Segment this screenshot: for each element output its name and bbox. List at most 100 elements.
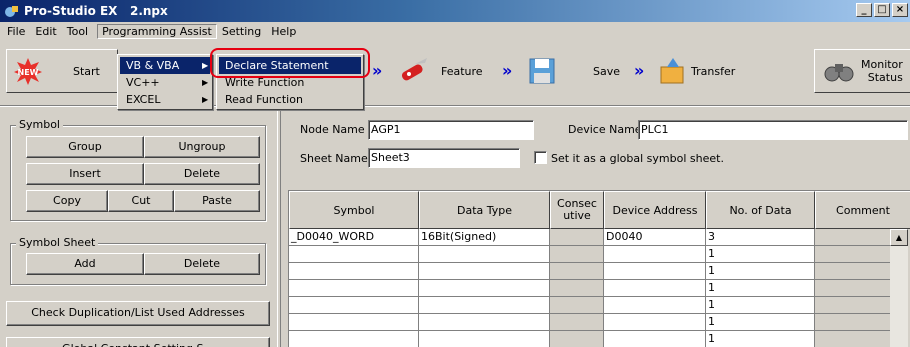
global-sheet-label: Set it as a global symbol sheet. <box>551 152 724 165</box>
menu-file[interactable]: File <box>2 24 30 39</box>
grid-cell[interactable]: 16Bit(Signed) <box>419 229 550 246</box>
highlight-annotation <box>210 48 370 78</box>
grid-cell[interactable]: 1 <box>706 280 815 297</box>
grid-cell[interactable]: D0040 <box>604 229 706 246</box>
grid-cell[interactable] <box>815 229 891 246</box>
grid-cell[interactable] <box>289 331 419 347</box>
grid-cell[interactable] <box>289 297 419 314</box>
scroll-up-icon[interactable]: ▲ <box>890 229 908 246</box>
menu-bar: File Edit Tool Programming Assist Settin… <box>0 22 910 41</box>
menu-edit[interactable]: Edit <box>30 24 61 39</box>
grid-cell[interactable] <box>815 331 891 347</box>
menu-setting[interactable]: Setting <box>217 24 266 39</box>
add-sheet-button[interactable]: Add <box>26 253 144 275</box>
grid-cell[interactable]: 3 <box>706 229 815 246</box>
grid-cell[interactable] <box>550 331 604 347</box>
menu-help[interactable]: Help <box>266 24 301 39</box>
grid-cell[interactable] <box>550 297 604 314</box>
menu-item-vc[interactable]: VC++ <box>120 74 210 91</box>
menu-item-read-function[interactable]: Read Function <box>219 91 361 108</box>
grid-cell[interactable] <box>550 263 604 280</box>
grid-cell[interactable] <box>550 314 604 331</box>
grid-cell[interactable] <box>815 314 891 331</box>
grid-cell[interactable] <box>419 263 550 280</box>
grid-cell[interactable] <box>604 246 706 263</box>
paste-button[interactable]: Paste <box>174 190 260 212</box>
start-button[interactable]: NEW Start <box>6 49 118 93</box>
grid-vertical-scrollbar[interactable]: ▲ <box>890 229 908 347</box>
svg-text:NEW: NEW <box>18 68 39 77</box>
device-name-label: Device Name <box>568 123 642 136</box>
grid-cell[interactable] <box>550 229 604 246</box>
copy-button[interactable]: Copy <box>26 190 108 212</box>
submenu-arrow-icon: ▶ <box>202 95 209 104</box>
delete-sheet-button[interactable]: Delete <box>144 253 260 275</box>
check-duplication-button[interactable]: Check Duplication/List Used Addresses <box>6 301 270 326</box>
column-header-no-of-data[interactable]: No. of Data <box>706 191 815 229</box>
transfer-button[interactable]: Transfer <box>656 49 756 93</box>
column-header-device-address[interactable]: Device Address <box>604 191 706 229</box>
grid-cell[interactable] <box>604 331 706 347</box>
cut-button[interactable]: Cut <box>108 190 174 212</box>
grid-cell[interactable]: 1 <box>706 297 815 314</box>
flow-arrow-icon: » <box>634 61 645 80</box>
transfer-icon <box>660 58 684 84</box>
menu-tool[interactable]: Tool <box>62 24 93 39</box>
grid-cell[interactable] <box>419 280 550 297</box>
node-name-label: Node Name <box>300 123 365 136</box>
sheet-name-field[interactable]: Sheet3 <box>368 148 520 168</box>
grid-cell[interactable] <box>604 263 706 280</box>
grid-cell[interactable] <box>604 280 706 297</box>
delete-button[interactable]: Delete <box>144 163 260 185</box>
column-header-consecutive[interactable]: Consec utive <box>550 191 604 229</box>
ungroup-button[interactable]: Ungroup <box>144 136 260 158</box>
grid-cell[interactable] <box>815 297 891 314</box>
grid-cell[interactable]: 1 <box>706 331 815 347</box>
grid-cell[interactable]: 1 <box>706 246 815 263</box>
grid-cell[interactable] <box>419 246 550 263</box>
grid-cell[interactable]: _D0040_WORD <box>289 229 419 246</box>
grid-cell[interactable] <box>289 314 419 331</box>
global-constant-setting-button[interactable]: Global Constant Setting S... <box>6 337 270 347</box>
programming-assist-menu: VB & VBA ▶ VC++ ▶ EXCEL ▶ <box>117 54 213 110</box>
grid-cell[interactable] <box>815 263 891 280</box>
grid-cell[interactable] <box>604 297 706 314</box>
submenu-arrow-icon: ▶ <box>202 61 209 70</box>
grid-cell[interactable] <box>550 280 604 297</box>
column-header-data-type[interactable]: Data Type <box>419 191 550 229</box>
grid-cell[interactable] <box>289 246 419 263</box>
feature-button[interactable]: Feature <box>396 49 500 93</box>
save-button[interactable]: Save <box>526 49 632 93</box>
grid-cell[interactable] <box>419 314 550 331</box>
maximize-button[interactable]: □ <box>874 3 890 17</box>
column-header-symbol[interactable]: Symbol <box>289 191 419 229</box>
grid-cell[interactable] <box>419 331 550 347</box>
close-button[interactable]: × <box>892 3 908 17</box>
grid-cell[interactable] <box>419 297 550 314</box>
grid-cell[interactable] <box>815 246 891 263</box>
minimize-button[interactable]: _ <box>856 3 872 17</box>
grid-cell[interactable] <box>815 280 891 297</box>
symbol-grid: Symbol Data Type Consec utive Device Add… <box>288 190 910 347</box>
grid-cell[interactable]: 1 <box>706 314 815 331</box>
global-sheet-checkbox[interactable] <box>534 151 547 164</box>
menu-programming-assist[interactable]: Programming Assist <box>97 24 217 39</box>
grid-cell[interactable] <box>289 280 419 297</box>
monitor-status-button[interactable]: Monitor Status <box>814 49 910 93</box>
monitor-label: Monitor <box>861 58 903 71</box>
new-icon: NEW <box>14 58 42 85</box>
insert-button[interactable]: Insert <box>26 163 144 185</box>
panel-divider[interactable] <box>277 107 281 347</box>
column-header-comment[interactable]: Comment <box>815 191 910 229</box>
node-name-field[interactable]: AGP1 <box>368 120 534 140</box>
grid-cell[interactable] <box>289 263 419 280</box>
flow-arrow-icon: » <box>372 61 383 80</box>
menu-item-vb-vba[interactable]: VB & VBA <box>120 57 210 74</box>
grid-cell[interactable] <box>604 314 706 331</box>
group-button[interactable]: Group <box>26 136 144 158</box>
grid-cell[interactable] <box>550 246 604 263</box>
grid-cell[interactable]: 1 <box>706 263 815 280</box>
device-name-field[interactable]: PLC1 <box>638 120 908 140</box>
binoculars-icon <box>824 64 854 82</box>
menu-item-excel[interactable]: EXCEL <box>120 91 210 108</box>
